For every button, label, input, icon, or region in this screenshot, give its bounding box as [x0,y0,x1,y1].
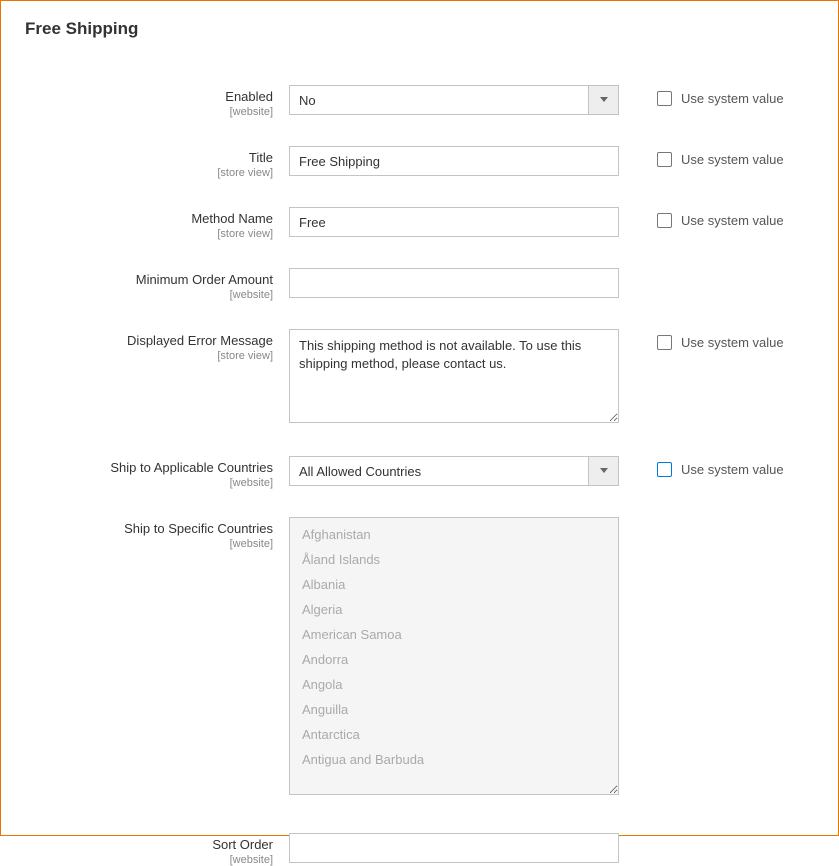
applicable-select[interactable]: All Allowed Countries [289,456,619,486]
enabled-select[interactable]: No [289,85,619,115]
label-min-order: Minimum Order Amount [25,272,273,287]
use-system-label: Use system value [681,213,784,228]
use-system-error-checkbox[interactable] [657,335,672,350]
country-option[interactable]: Angola [290,672,618,697]
country-option[interactable]: American Samoa [290,622,618,647]
row-title: Title store view Use system value [25,146,814,179]
config-panel: Free Shipping Enabled website No Use sys… [0,0,839,836]
use-system-enabled-checkbox[interactable] [657,91,672,106]
scope-method-name: store view [25,228,273,240]
label-applicable: Ship to Applicable Countries [25,460,273,475]
scope-title: store view [25,167,273,179]
label-enabled: Enabled [25,89,273,104]
country-option[interactable]: Antigua and Barbuda [290,747,618,772]
row-sort-order: Sort Order website [25,833,814,866]
use-system-method-checkbox[interactable] [657,213,672,228]
error-msg-textarea[interactable]: This shipping method is not available. T… [289,329,619,423]
use-system-applicable-checkbox[interactable] [657,462,672,477]
dropdown-icon [588,457,618,485]
label-specific: Ship to Specific Countries [25,521,273,536]
sort-order-input[interactable] [289,833,619,863]
use-system-label: Use system value [681,152,784,167]
method-name-input[interactable] [289,207,619,237]
row-method-name: Method Name store view Use system value [25,207,814,240]
scope-applicable: website [25,477,273,489]
row-error-msg: Displayed Error Message store view This … [25,329,814,428]
label-error-msg: Displayed Error Message [25,333,273,348]
section-title: Free Shipping [25,19,814,39]
country-option[interactable]: Andorra [290,647,618,672]
country-option[interactable]: Anguilla [290,697,618,722]
row-applicable: Ship to Applicable Countries website All… [25,456,814,489]
label-method-name: Method Name [25,211,273,226]
scope-sort-order: website [25,854,273,866]
title-input[interactable] [289,146,619,176]
scope-enabled: website [25,106,273,118]
country-option[interactable]: Antarctica [290,722,618,747]
row-specific: Ship to Specific Countries website Afgha… [25,517,814,795]
use-system-label: Use system value [681,91,784,106]
applicable-value: All Allowed Countries [290,457,588,485]
country-option[interactable]: Albania [290,572,618,597]
dropdown-icon [588,86,618,114]
country-option[interactable]: Åland Islands [290,547,618,572]
min-order-input[interactable] [289,268,619,298]
country-option[interactable]: Afghanistan [290,522,618,547]
enabled-value: No [290,86,588,114]
scope-min-order: website [25,289,273,301]
use-system-title-checkbox[interactable] [657,152,672,167]
use-system-label: Use system value [681,462,784,477]
use-system-label: Use system value [681,335,784,350]
country-option[interactable]: Algeria [290,597,618,622]
row-min-order: Minimum Order Amount website [25,268,814,301]
specific-countries-multiselect[interactable]: AfghanistanÅland IslandsAlbaniaAlgeriaAm… [289,517,619,795]
scope-specific: website [25,538,273,550]
row-enabled: Enabled website No Use system value [25,85,814,118]
scope-error-msg: store view [25,350,273,362]
label-sort-order: Sort Order [25,837,273,852]
label-title: Title [25,150,273,165]
